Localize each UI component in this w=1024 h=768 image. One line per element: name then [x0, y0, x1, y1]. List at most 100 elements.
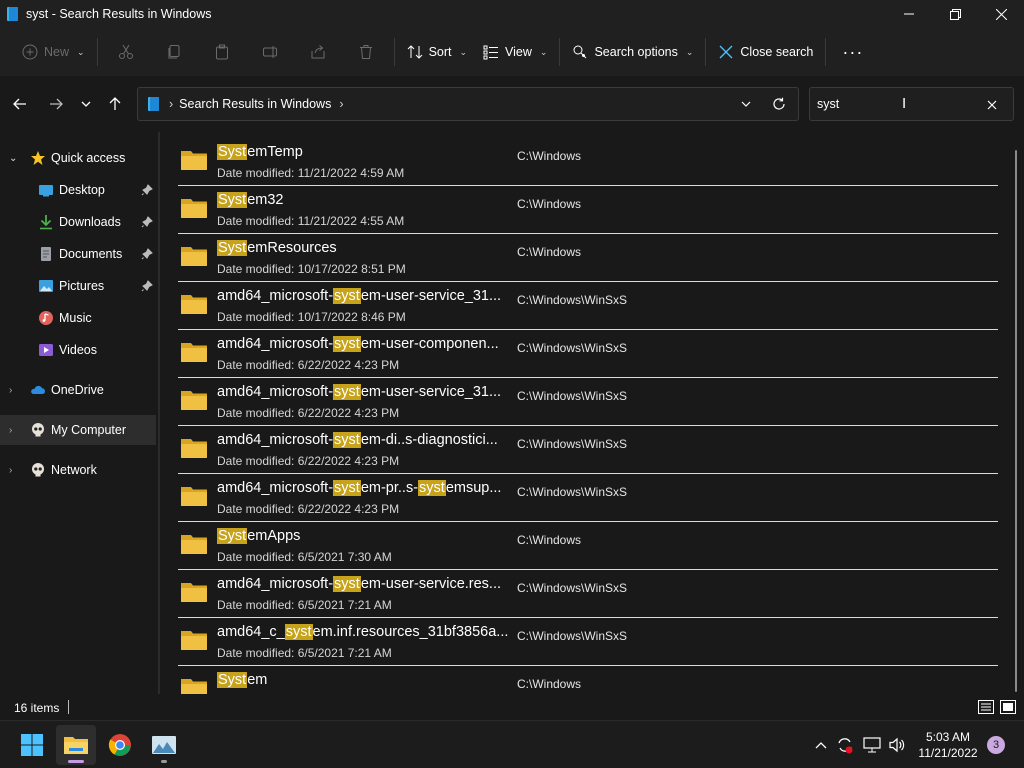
result-row[interactable]: amd64_microsoft-system-user-componen... D…	[178, 330, 998, 378]
close-icon	[995, 8, 1007, 20]
chevron-down-icon[interactable]: ⌄	[9, 153, 17, 164]
search-input[interactable]: syst I	[809, 87, 1014, 121]
window-controls	[886, 0, 1024, 28]
sidebar-item-downloads[interactable]: Downloads	[0, 207, 156, 237]
chevron-right-icon[interactable]: ›	[9, 465, 12, 476]
up-button[interactable]	[103, 92, 127, 116]
new-button[interactable]: New ⌄	[14, 36, 93, 68]
file-name[interactable]: amd64_microsoft-system-user-componen...	[217, 336, 499, 352]
file-name[interactable]: SystemApps	[217, 528, 300, 544]
sidebar-item-videos[interactable]: Videos	[0, 335, 156, 365]
scissors-icon	[118, 44, 133, 59]
result-row[interactable]: SystemResources Date modified: 10/17/2022…	[178, 234, 998, 282]
search-options-button[interactable]: Search options ⌄	[564, 36, 701, 68]
view-button[interactable]: View ⌄	[475, 36, 555, 68]
sidebar-item-onedrive[interactable]: › OneDrive	[0, 375, 156, 405]
network-status-icon[interactable]	[863, 736, 881, 754]
breadcrumb-separator[interactable]: ›	[169, 97, 173, 111]
sidebar-item-desktop[interactable]: Desktop	[0, 175, 156, 205]
details-view-icon[interactable]	[978, 699, 994, 715]
cut-button[interactable]	[102, 36, 150, 68]
close-search-button[interactable]: Close search	[710, 36, 821, 68]
clear-search-icon[interactable]	[987, 100, 997, 110]
file-name[interactable]: System	[217, 672, 267, 688]
show-hidden-icons-button[interactable]	[812, 736, 830, 754]
result-row[interactable]: amd64_microsoft-system-user-service_31..…	[178, 378, 998, 426]
result-row[interactable]: System32 Date modified: 11/21/2022 4:55 A…	[178, 186, 998, 234]
minimize-button[interactable]	[886, 0, 932, 28]
sidebar-item-my-computer[interactable]: › My Computer	[0, 415, 156, 445]
sort-button[interactable]: Sort ⌄	[399, 36, 475, 68]
view-label: View	[505, 45, 532, 59]
sidebar-item-network[interactable]: › Network	[0, 455, 156, 485]
close-window-button[interactable]	[978, 0, 1024, 28]
breadcrumb[interactable]: Search Results in Windows	[179, 97, 331, 111]
file-name[interactable]: amd64_microsoft-system-user-service_31..…	[217, 288, 501, 304]
rename-button[interactable]	[246, 36, 294, 68]
share-button[interactable]	[294, 36, 342, 68]
start-button[interactable]	[12, 725, 52, 765]
chevron-down-icon: ⌄	[77, 46, 85, 57]
folder-path: C:\Windows\WinSxS	[517, 485, 628, 499]
chevron-right-icon[interactable]: ›	[9, 385, 12, 396]
notification-badge[interactable]: 3	[987, 736, 1005, 754]
back-button[interactable]	[8, 92, 32, 116]
file-name[interactable]: System32	[217, 192, 283, 208]
maximize-button[interactable]	[932, 0, 978, 28]
pin-icon	[141, 184, 153, 196]
folder-path: C:\Windows\WinSxS	[517, 341, 628, 355]
chevron-down-icon[interactable]	[740, 98, 752, 110]
result-row[interactable]: amd64_microsoft-system-user-service_31..…	[178, 282, 998, 330]
file-name[interactable]: amd64_c_system.inf.resources_31bf3856a..…	[217, 624, 508, 640]
navigation-pane: ⌄ Quick access Desktop Downloads Documen…	[0, 140, 158, 694]
volume-button[interactable]	[888, 736, 906, 754]
file-name-text: amd64_c_	[217, 624, 285, 640]
taskbar-chrome[interactable]	[100, 725, 140, 765]
result-row[interactable]: amd64_c_system.inf.resources_31bf3856a..…	[178, 618, 998, 666]
sync-status-icon[interactable]	[836, 736, 854, 754]
file-name[interactable]: amd64_microsoft-system-di..s-diagnostici…	[217, 432, 498, 448]
chevron-right-icon[interactable]: ›	[9, 425, 12, 436]
delete-button[interactable]	[342, 36, 390, 68]
clipboard-icon	[215, 44, 228, 60]
copy-button[interactable]	[150, 36, 198, 68]
address-bar[interactable]: › Search Results in Windows ›	[137, 87, 799, 121]
folder-icon	[181, 343, 207, 362]
file-name-text: emsup...	[445, 480, 502, 496]
file-name-text: amd64_microsoft-	[217, 384, 334, 400]
file-name[interactable]: amd64_microsoft-system-user-service_31..…	[217, 384, 501, 400]
result-row[interactable]: amd64_microsoft-system-di..s-diagnostici…	[178, 426, 998, 474]
clock[interactable]: 5:03 AM 11/21/2022	[912, 729, 984, 761]
forward-button[interactable]	[44, 92, 68, 116]
file-name[interactable]: SystemTemp	[217, 144, 303, 160]
result-row[interactable]: SystemApps Date modified: 6/5/2021 7:30 A…	[178, 522, 998, 570]
running-indicator	[161, 760, 167, 763]
search-match-highlight: Syst	[217, 672, 248, 688]
refresh-icon[interactable]	[772, 97, 786, 111]
file-name-text: em.inf.resources_31bf3856a...	[312, 624, 509, 640]
sidebar-item-quick-access[interactable]: ⌄ Quick access	[0, 143, 156, 173]
sidebar-item-documents[interactable]: Documents	[0, 239, 156, 269]
taskbar-file-explorer[interactable]	[56, 725, 96, 765]
file-explorer-icon	[7, 7, 18, 21]
tiles-view-icon[interactable]	[1000, 699, 1016, 715]
result-row[interactable]: amd64_microsoft-system-user-service.res.…	[178, 570, 998, 618]
close-search-label: Close search	[740, 45, 814, 59]
taskbar-photos[interactable]	[144, 725, 184, 765]
date-modified: Date modified: 10/17/2022 8:51 PM	[217, 262, 406, 276]
file-name[interactable]: amd64_microsoft-system-user-service.res.…	[217, 576, 501, 592]
breadcrumb-separator[interactable]: ›	[339, 97, 343, 111]
folder-icon	[181, 247, 207, 266]
pane-divider[interactable]	[158, 132, 160, 694]
result-row[interactable]: SystemTemp Date modified: 11/21/2022 4:59…	[178, 138, 998, 186]
sidebar-item-pictures[interactable]: Pictures	[0, 271, 156, 301]
recent-locations-button[interactable]	[74, 92, 98, 116]
sidebar-item-music[interactable]: Music	[0, 303, 156, 333]
file-name[interactable]: SystemResources	[217, 240, 337, 256]
result-row[interactable]: amd64_microsoft-system-pr..s-systemsup..…	[178, 474, 998, 522]
paste-button[interactable]	[198, 36, 246, 68]
file-name[interactable]: amd64_microsoft-system-pr..s-systemsup..…	[217, 480, 501, 496]
more-options-button[interactable]: ···	[830, 36, 875, 68]
result-row[interactable]: System C:\Windows	[178, 666, 998, 694]
vertical-scrollbar[interactable]	[1015, 150, 1017, 692]
